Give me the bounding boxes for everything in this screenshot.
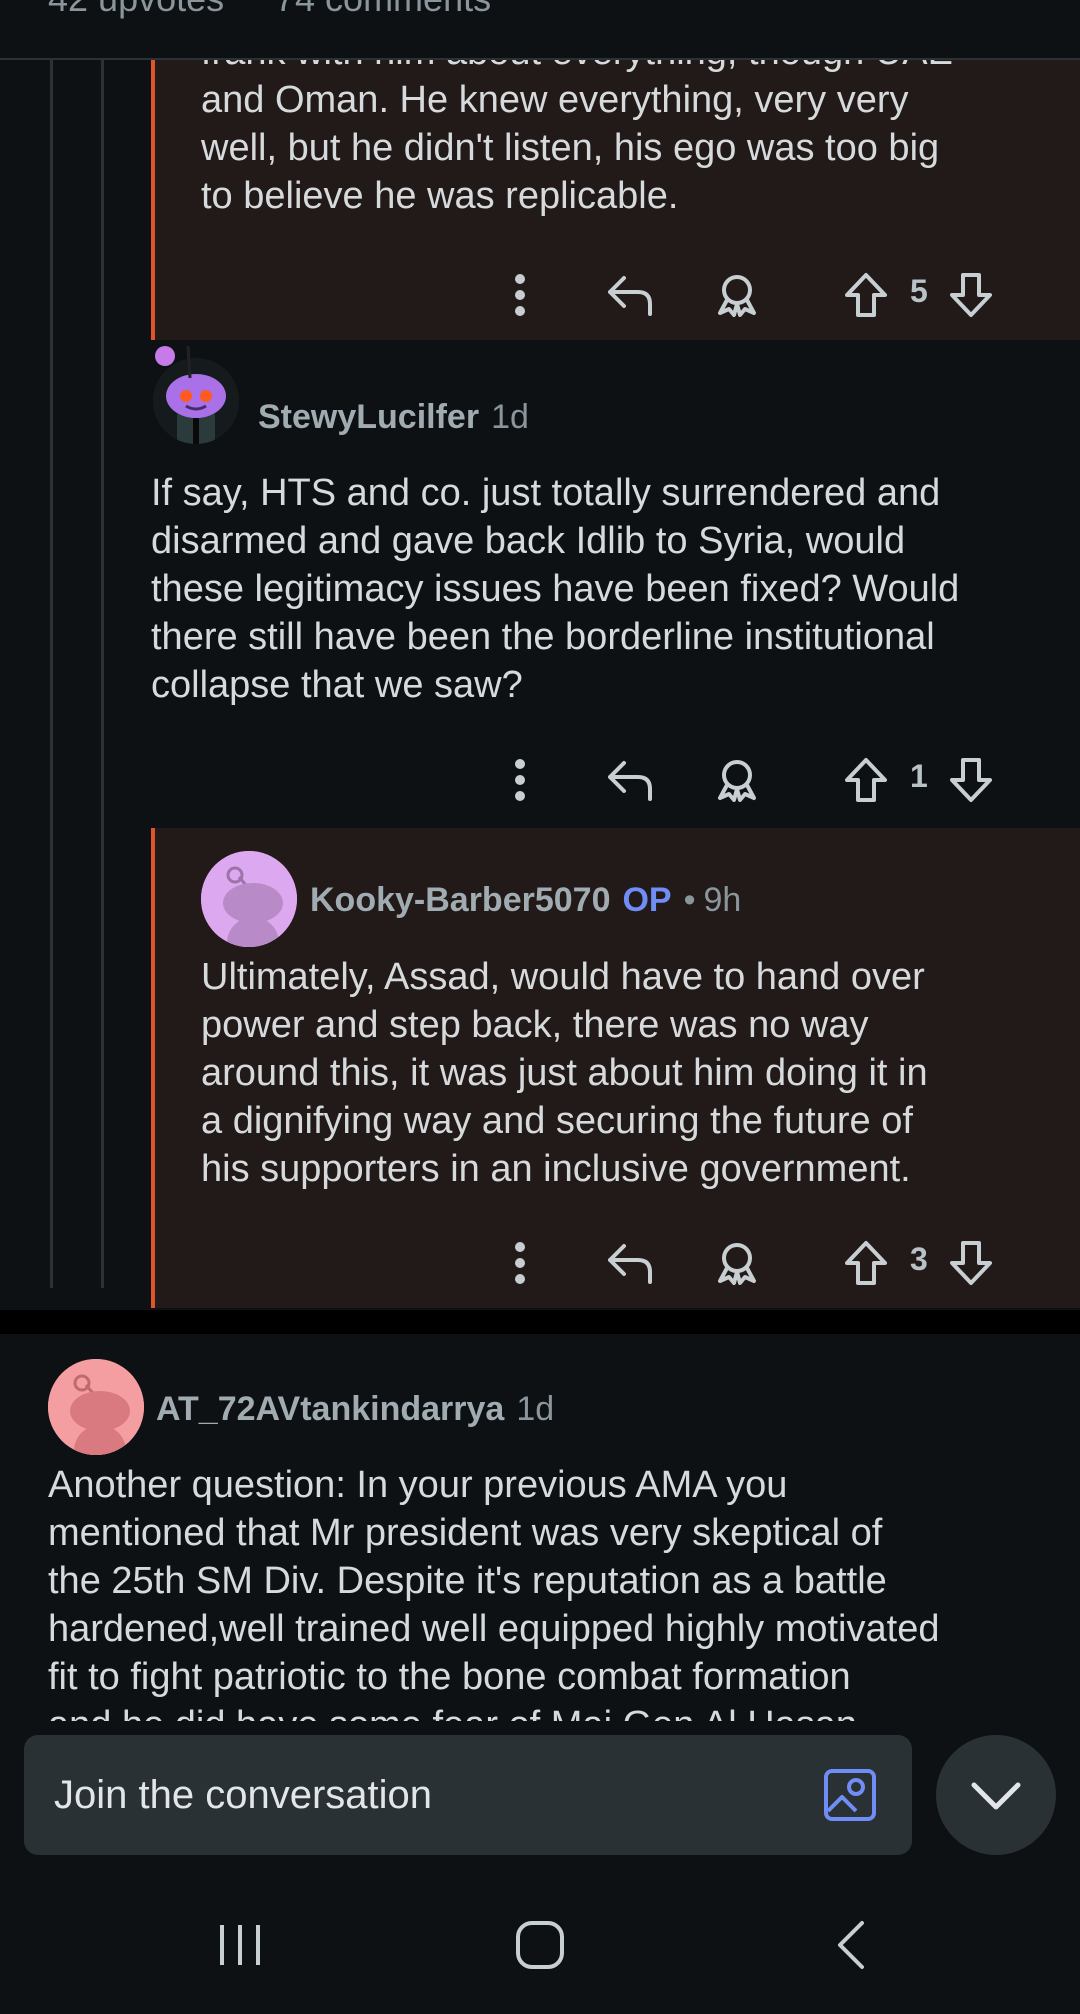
recent-apps-button[interactable] (210, 1910, 270, 1980)
reply-icon (608, 1244, 652, 1284)
chevron-down-icon (971, 1782, 1021, 1810)
upvote-icon (845, 273, 887, 317)
reply-button[interactable] (595, 750, 665, 810)
comment-line: power and step back, there was no way (201, 1004, 869, 1046)
comment-actions: 5 (490, 265, 1010, 325)
comment-line: a dignifying way and securing the future… (201, 1100, 913, 1142)
author-username[interactable]: Kooky-Barber5070 (310, 881, 610, 920)
more-options-button[interactable] (490, 750, 550, 810)
downvote-button[interactable] (945, 265, 997, 325)
snoo-avatar-icon (48, 1359, 144, 1455)
back-icon (838, 1921, 864, 1969)
screen: { "post_stats": { "upvotes": "42 upvotes… (0, 0, 1080, 2014)
comment-line: his supporters in an inclusive governmen… (201, 1148, 911, 1190)
comment-header: AT_72AVtankindarrya 1d (156, 1384, 554, 1434)
thread-line-outer[interactable] (50, 60, 53, 1288)
comment-line: Ultimately, Assad, would have to hand ov… (201, 956, 925, 998)
author-username[interactable]: StewyLucilfer (258, 398, 479, 437)
vote-count: 1 (910, 758, 928, 794)
comment-line: If say, HTS and co. just totally surrend… (151, 472, 941, 514)
downvote-button[interactable] (945, 750, 997, 810)
collapse-button[interactable] (936, 1735, 1056, 1855)
more-options-icon (515, 274, 525, 316)
comment-timestamp: 1d (516, 1389, 555, 1428)
snoo-antenna-icon (155, 345, 192, 379)
downvote-button[interactable] (945, 1233, 997, 1293)
separator-dot: • (683, 880, 696, 919)
post-stats-bar: 42 upvotes 74 comments (0, 0, 1080, 60)
downvote-icon (950, 758, 992, 802)
award-button[interactable] (702, 1233, 772, 1293)
comment-timestamp: 1d (491, 397, 529, 436)
more-options-icon (515, 759, 525, 801)
more-options-button[interactable] (490, 1233, 550, 1293)
comment-line: collapse that we saw? (151, 664, 523, 706)
upvote-count-label: 42 upvotes (48, 0, 224, 20)
comment-actions: 3 (490, 1233, 1010, 1293)
home-icon (516, 1921, 564, 1969)
snoo-avatar-icon (201, 851, 297, 947)
comment-line: to believe he was replicable. (201, 175, 679, 217)
vote-count: 5 (910, 273, 928, 309)
upvote-button[interactable] (840, 1233, 892, 1293)
comment-line: these legitimacy issues have been fixed?… (151, 568, 960, 610)
comment-line: fit to fight patriotic to the bone comba… (48, 1656, 851, 1698)
award-button[interactable] (702, 265, 772, 325)
reply-icon (608, 276, 652, 316)
upvote-icon (845, 1241, 887, 1285)
comment-count-label: 74 comments (275, 0, 491, 20)
image-icon (824, 1769, 876, 1821)
comment-body: If say, HTS and co. just totally surrend… (151, 469, 1051, 709)
comment-timestamp: 9h (703, 880, 742, 919)
comment-line: and Oman. He knew everything, very very (201, 79, 909, 121)
join-conversation-input[interactable]: Join the conversation (24, 1735, 912, 1855)
comment-line: the 25th SM Div. Despite it's reputation… (48, 1560, 887, 1602)
award-icon (718, 760, 756, 802)
add-image-button[interactable] (822, 1767, 878, 1823)
award-button[interactable] (702, 750, 772, 810)
thread-divider (0, 1310, 1080, 1334)
award-icon (718, 1243, 756, 1285)
comment-line: mentioned that Mr president was very ske… (48, 1512, 883, 1554)
upvote-button[interactable] (840, 750, 892, 810)
back-button[interactable] (820, 1910, 880, 1980)
comment-line: disarmed and gave back Idlib to Syria, w… (151, 520, 906, 562)
comment-actions: 1 (490, 750, 1010, 810)
more-options-icon (515, 1242, 525, 1284)
comment-line: Another question: In your previous AMA y… (48, 1464, 788, 1506)
comment-line: hardened,well trained well equipped high… (48, 1608, 940, 1650)
reply-icon (608, 761, 652, 801)
more-options-button[interactable] (490, 265, 550, 325)
comment-line: there still have been the borderline ins… (151, 616, 935, 658)
vote-count: 3 (910, 1241, 928, 1277)
comment-line: around this, it was just about him doing… (201, 1052, 928, 1094)
downvote-icon (950, 273, 992, 317)
reply-button[interactable] (595, 1233, 665, 1293)
reply-button[interactable] (595, 265, 665, 325)
comment-header: StewyLucilfer 1d (258, 392, 529, 442)
upvote-button[interactable] (840, 265, 892, 325)
recent-apps-icon (220, 1925, 260, 1965)
comment-line: well, but he didn't listen, his ego was … (201, 127, 940, 169)
join-conversation-placeholder: Join the conversation (54, 1773, 433, 1817)
author-username[interactable]: AT_72AVtankindarrya (156, 1390, 504, 1429)
comment-body: Another question: In your previous AMA y… (48, 1461, 1068, 1721)
downvote-icon (950, 1241, 992, 1285)
comment-header: Kooky-Barber5070 OP • 9h (310, 875, 741, 925)
op-badge: OP (622, 880, 672, 919)
home-button[interactable] (510, 1910, 570, 1980)
comment-body: Ultimately, Assad, would have to hand ov… (201, 953, 1061, 1193)
comment-line: and he did have some fear of Maj Gen Al … (48, 1701, 1068, 1721)
avatar[interactable] (48, 1359, 144, 1455)
system-nav-bar (0, 1880, 1080, 2014)
thread-line-inner[interactable] (101, 60, 104, 1288)
award-icon (718, 275, 756, 317)
upvote-icon (845, 758, 887, 802)
avatar[interactable] (201, 851, 297, 947)
